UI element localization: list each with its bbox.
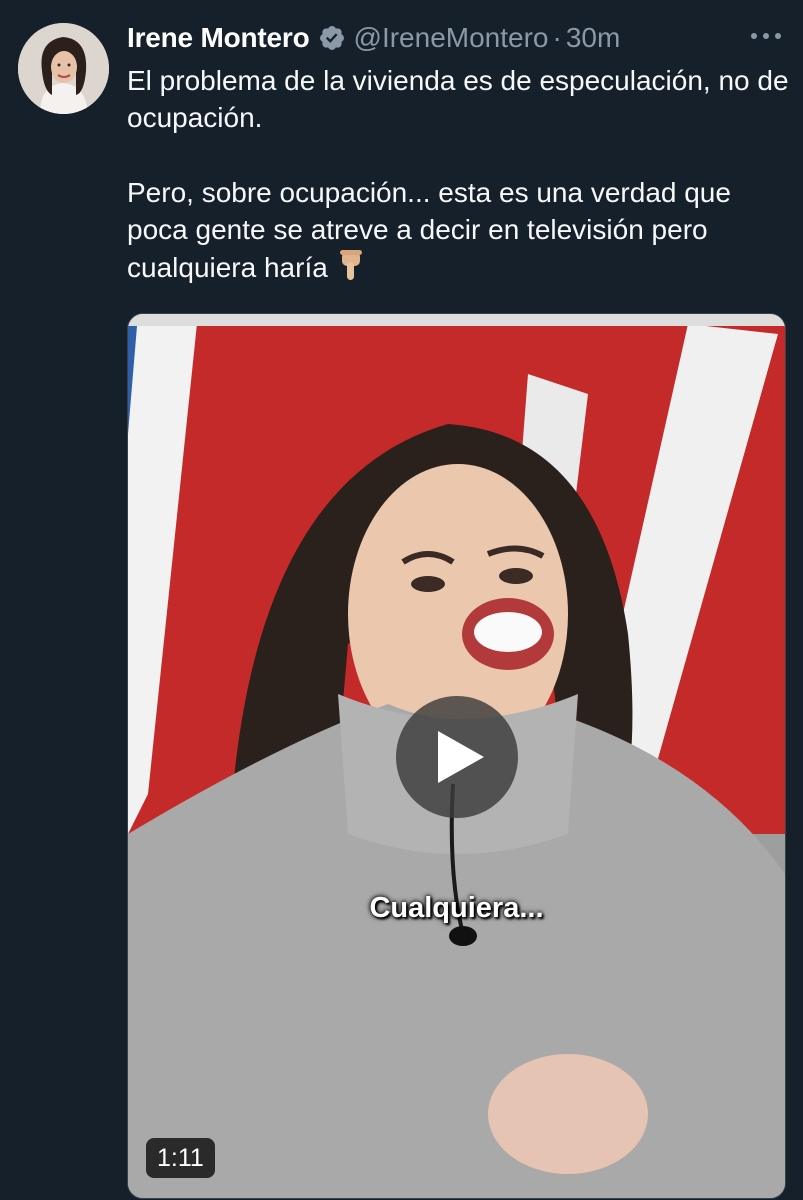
video-duration-badge: 1:11	[146, 1138, 215, 1178]
play-button[interactable]	[396, 696, 518, 818]
tweet-text: El problema de la vivienda es de especul…	[127, 62, 799, 291]
backhand-index-pointing-down-emoji-icon	[338, 248, 366, 291]
more-dot	[751, 33, 757, 39]
more-dot	[775, 33, 781, 39]
video-media[interactable]: Cualquiera... 1:11	[127, 313, 786, 1199]
separator-dot: ·	[552, 22, 562, 53]
author-handle[interactable]: @IreneMontero	[354, 22, 549, 54]
play-icon	[438, 731, 484, 783]
more-dot	[763, 33, 769, 39]
video-caption: Cualquiera...	[369, 892, 544, 924]
tweet-paragraph-1: El problema de la vivienda es de especul…	[127, 65, 789, 133]
avatar-portrait	[18, 23, 109, 114]
more-options-icon[interactable]	[751, 26, 781, 46]
tweet: Irene Montero @IreneMontero · 30m El pro…	[0, 0, 803, 1200]
author-name[interactable]: Irene Montero	[127, 22, 310, 54]
avatar[interactable]	[18, 23, 109, 114]
tweet-paragraph-2: Pero, sobre ocupación... esta es una ver…	[127, 174, 799, 291]
tweet-paragraph-2-text: Pero, sobre ocupación... esta es una ver…	[127, 177, 731, 283]
verified-badge-icon	[319, 26, 344, 50]
timestamp[interactable]: 30m	[566, 22, 620, 54]
tweet-header: Irene Montero @IreneMontero · 30m	[127, 18, 620, 58]
